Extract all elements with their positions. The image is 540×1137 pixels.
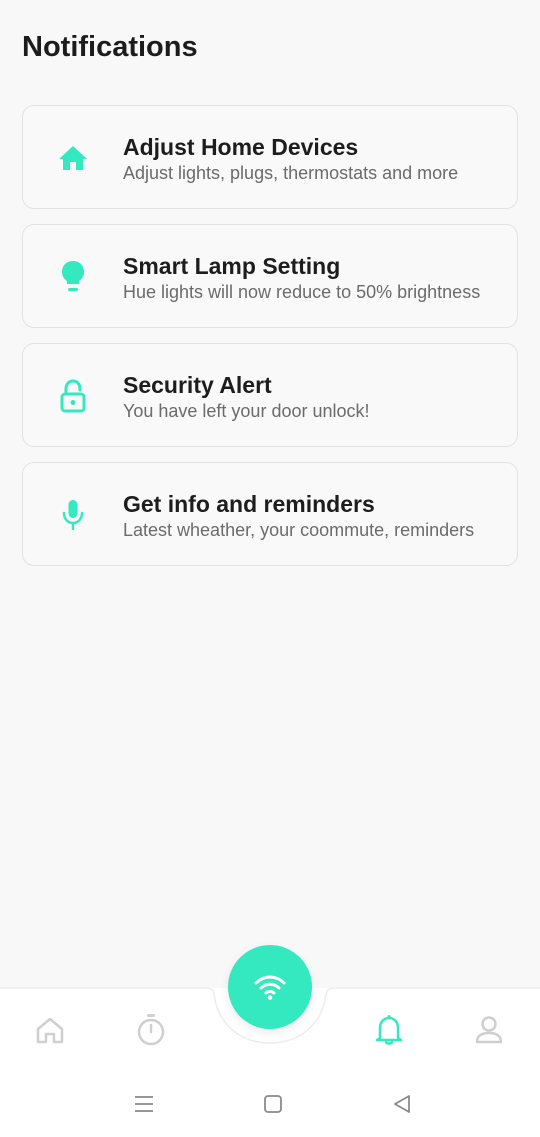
home-outline-icon <box>36 1017 64 1044</box>
wifi-connect-button[interactable] <box>228 945 312 1029</box>
wifi-icon <box>254 975 286 1000</box>
nav-timer-button[interactable] <box>131 1010 171 1050</box>
home-icon <box>55 140 91 176</box>
notification-card-smart-lamp[interactable]: Smart Lamp Setting Hue lights will now r… <box>22 224 518 328</box>
menu-icon <box>135 1096 153 1112</box>
notification-title: Adjust Home Devices <box>123 134 359 160</box>
notification-list: Adjust Home Devices Adjust lights, plugs… <box>22 105 518 581</box>
notification-card-security-alert[interactable]: Security Alert You have left your door u… <box>22 343 518 447</box>
timer-icon <box>137 1014 165 1046</box>
notification-subtitle: Hue lights will now reduce to 50% bright… <box>123 282 481 302</box>
notification-card-info-reminders[interactable]: Get info and reminders Latest wheather, … <box>22 462 518 566</box>
unlock-icon <box>55 378 91 414</box>
microphone-icon <box>55 497 91 533</box>
system-menu-button[interactable] <box>128 1088 160 1120</box>
notification-title: Security Alert <box>123 372 272 398</box>
system-home-button[interactable] <box>257 1088 289 1120</box>
notification-card-home-devices[interactable]: Adjust Home Devices Adjust lights, plugs… <box>22 105 518 209</box>
nav-profile-button[interactable] <box>469 1010 509 1050</box>
notification-subtitle: You have left your door unlock! <box>123 401 370 421</box>
home-square-icon <box>264 1095 282 1113</box>
back-icon <box>394 1095 410 1113</box>
notification-title: Smart Lamp Setting <box>123 253 341 279</box>
system-back-button[interactable] <box>386 1088 418 1120</box>
notification-subtitle: Latest wheather, your coommute, reminder… <box>123 520 475 540</box>
lightbulb-icon <box>55 259 91 295</box>
notification-title: Get info and reminders <box>123 491 375 517</box>
profile-icon <box>475 1016 503 1044</box>
nav-notifications-button[interactable] <box>369 1010 409 1050</box>
bell-icon <box>375 1015 403 1045</box>
nav-home-button[interactable] <box>30 1010 70 1050</box>
notification-subtitle: Adjust lights, plugs, thermostats and mo… <box>123 163 459 183</box>
page-title: Notifications <box>22 31 198 63</box>
